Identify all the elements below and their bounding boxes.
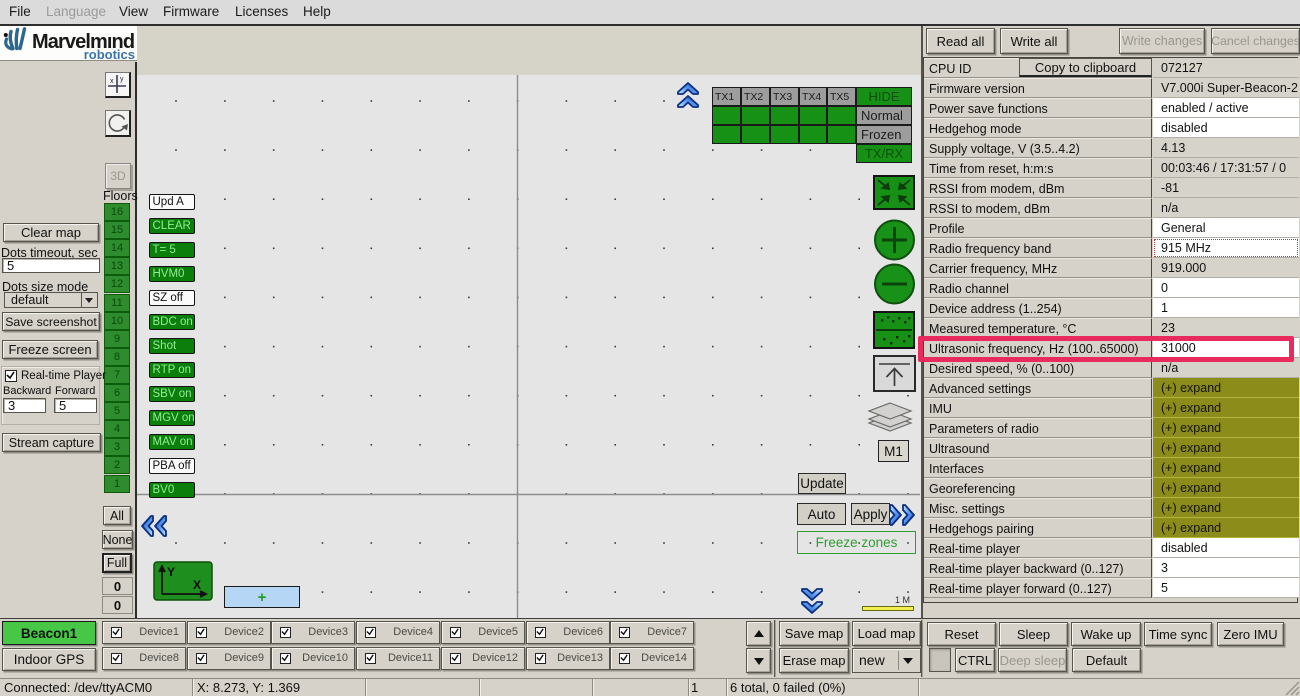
svg-text:x: x (110, 78, 114, 85)
svg-text:y: y (120, 76, 124, 83)
svg-text:Y: Y (167, 565, 175, 579)
svg-text:X: X (193, 578, 201, 592)
